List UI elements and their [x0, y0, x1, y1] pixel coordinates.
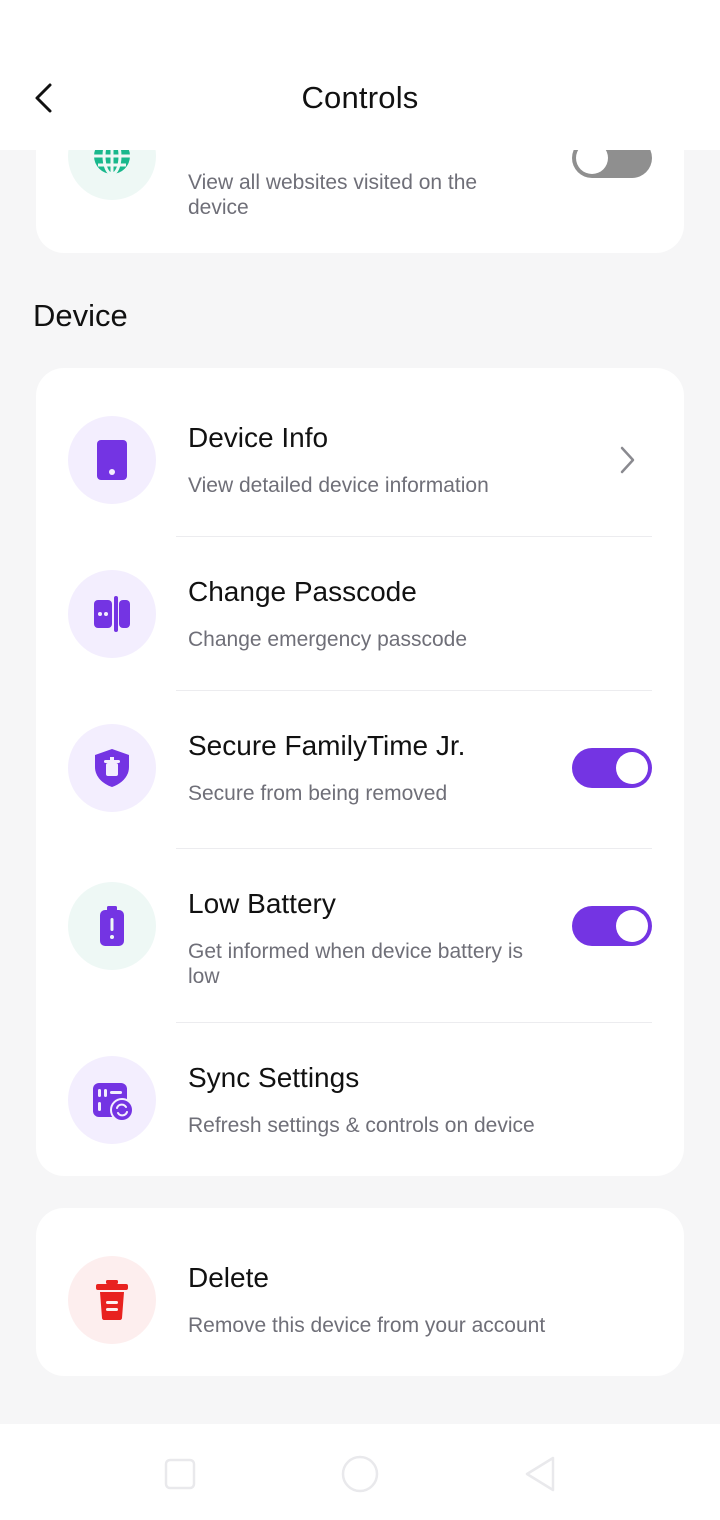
recents-square-icon [164, 1458, 196, 1490]
sync-settings-row[interactable]: Sync Settings Refresh settings & control… [36, 1022, 684, 1176]
websites-description: View all websites visited on the device [188, 171, 478, 219]
page-title: Controls [301, 80, 419, 115]
sync-settings-icon-circle [68, 1056, 156, 1144]
change-passcode-description: Change emergency passcode [188, 628, 468, 651]
secure-app-toggle[interactable] [572, 748, 652, 788]
change-passcode-row[interactable]: Change Passcode Change emergency passcod… [36, 536, 684, 690]
battery-alert-icon [100, 906, 124, 946]
recents-button[interactable] [158, 1452, 202, 1496]
home-button[interactable] [338, 1452, 382, 1496]
low-battery-toggle[interactable] [572, 906, 652, 946]
low-battery-row: Low Battery Get informed when device bat… [36, 848, 684, 1022]
low-battery-icon-circle [68, 882, 156, 970]
back-triangle-icon [525, 1456, 555, 1492]
system-nav-bar [0, 1424, 720, 1520]
app-header: Controls [0, 0, 720, 150]
low-battery-description: Get informed when device battery is low [188, 940, 523, 988]
chevron-right-icon [620, 446, 635, 474]
device-info-row[interactable]: Device Info View detailed device informa… [36, 368, 684, 536]
secure-app-icon-circle [68, 724, 156, 812]
toggle-knob [616, 910, 648, 942]
sync-settings-description: Refresh settings & controls on device [188, 1114, 535, 1137]
system-back-button[interactable] [518, 1452, 562, 1496]
toggle-knob [616, 752, 648, 784]
passcode-icon [94, 596, 130, 632]
shield-icon [95, 749, 129, 787]
low-battery-title: Low Battery [188, 888, 336, 919]
secure-app-description: Secure from being removed [188, 782, 448, 805]
phone-icon [97, 440, 127, 480]
device-info-icon-circle [68, 416, 156, 504]
trash-icon [96, 1280, 128, 1320]
secure-app-title: Secure FamilyTime Jr. [188, 730, 466, 761]
delete-description: Remove this device from your account [188, 1314, 546, 1337]
change-passcode-icon-circle [68, 570, 156, 658]
home-circle-icon [341, 1455, 379, 1493]
delete-card[interactable]: Delete Remove this device from your acco… [36, 1208, 684, 1376]
sync-settings-icon [93, 1083, 134, 1122]
device-info-title: Device Info [188, 422, 329, 453]
delete-icon-circle [68, 1256, 156, 1344]
device-info-description: View detailed device information [188, 474, 489, 497]
secure-app-row: Secure FamilyTime Jr. Secure from being … [36, 690, 684, 848]
sync-settings-title: Sync Settings [188, 1062, 360, 1093]
change-passcode-title: Change Passcode [188, 576, 417, 607]
device-info-chevron[interactable] [612, 442, 642, 478]
delete-title: Delete [188, 1262, 269, 1293]
section-title-device: Device [33, 298, 128, 333]
device-card: Device Info View detailed device informa… [36, 368, 684, 1176]
